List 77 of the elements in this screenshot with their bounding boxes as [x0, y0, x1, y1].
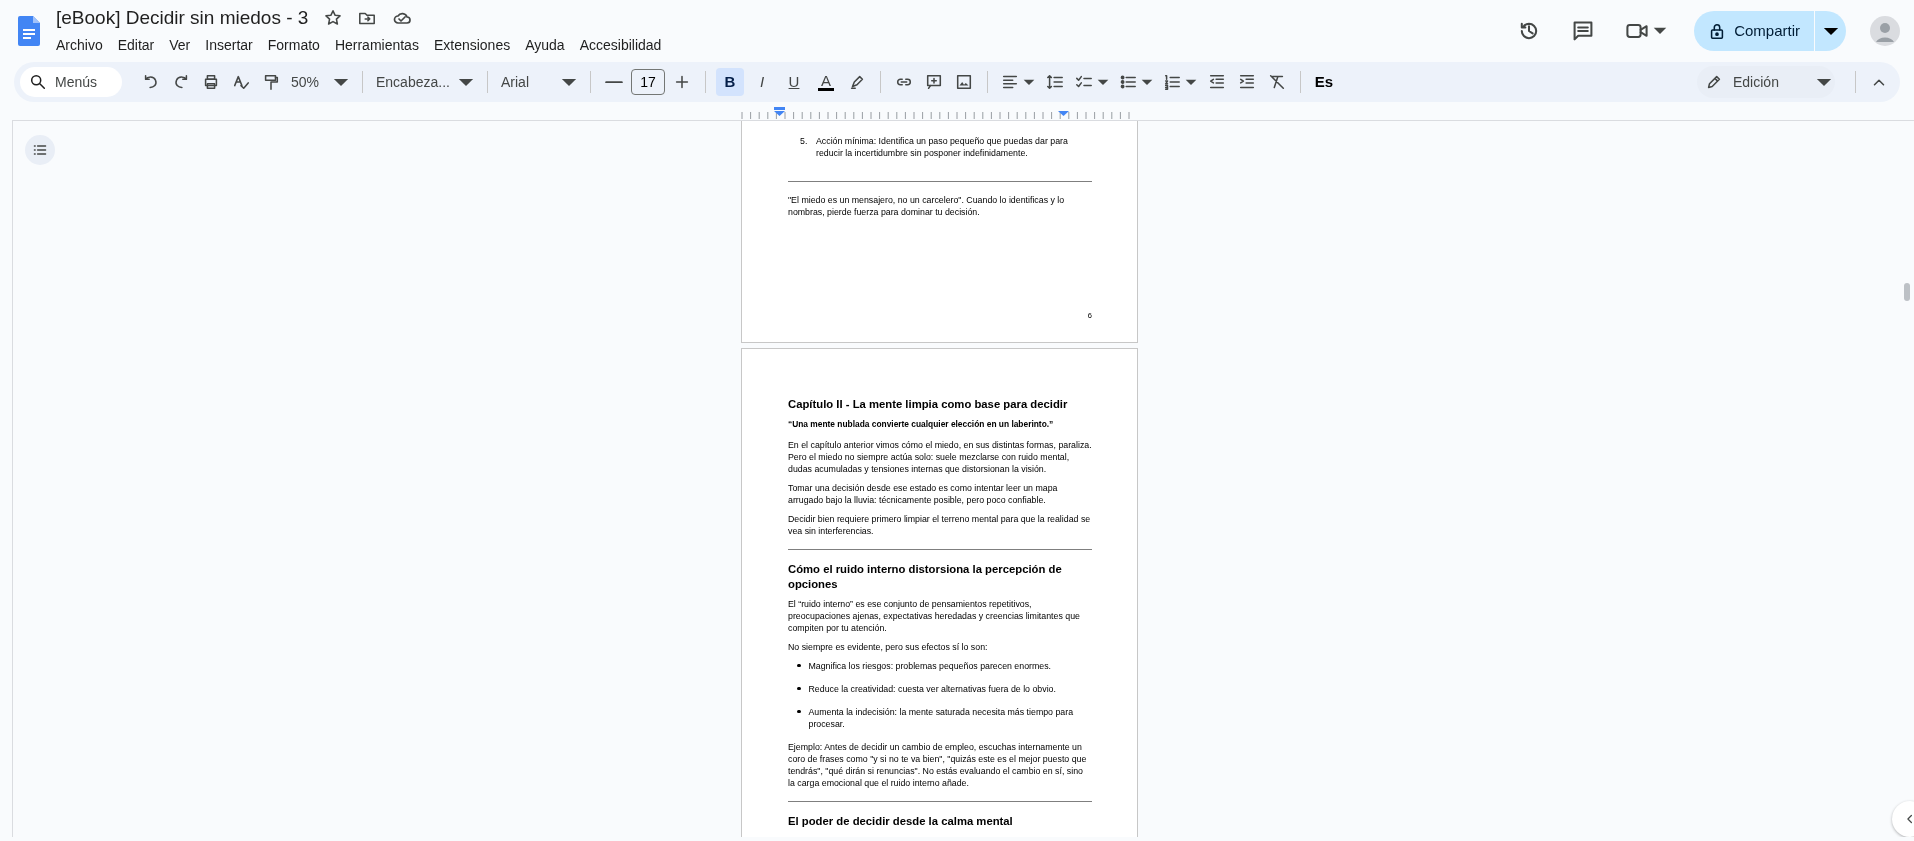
undo-icon	[142, 73, 160, 91]
caret-icon	[1141, 78, 1153, 86]
underline-button[interactable]: U	[780, 68, 808, 96]
text-color-button[interactable]: A	[812, 68, 840, 96]
decrease-font-size-icon	[605, 80, 623, 84]
menu-item[interactable]: Herramientas	[334, 33, 419, 57]
font-dropdown[interactable]: Arial	[498, 68, 580, 96]
document-outline-button[interactable]	[25, 135, 55, 165]
zoom-dropdown[interactable]: 50%	[288, 68, 352, 96]
editing-mode-dropdown[interactable]: Edición	[1697, 66, 1835, 98]
increase-font-size-icon	[673, 73, 691, 91]
paragraph: En el capítulo anterior vimos cómo el miedo, en sus distintas formas, paraliza. Pero el miedo no siempre actúa solo: suele mezclarse con ruido mental, dudas acumuladas y tensiones internas que distorsionan la visión.	[788, 438, 1092, 475]
highlight-icon	[848, 73, 866, 91]
menu-item[interactable]: Ayuda	[525, 33, 565, 57]
outline-icon	[32, 142, 48, 158]
paragraph: No siempre es evidente, pero sus efectos sí lo son:	[788, 640, 989, 653]
heading: Capítulo II - La mente limpia como base para decidir	[788, 397, 1069, 412]
paragraph: Tomar una decisión desde ese estado es como intentar leer un mapa arrugado bajo la lluvia: técnicamente posible, pero poco confiable.	[788, 481, 1059, 506]
menu-item[interactable]: Ver	[169, 33, 191, 57]
increase-indent-icon	[1238, 73, 1256, 91]
menu-item[interactable]: Extensiones	[433, 33, 511, 57]
insert-image-icon	[955, 73, 973, 91]
redo-icon	[172, 73, 190, 91]
caret-icon	[1653, 27, 1668, 35]
bullet-icon	[797, 663, 801, 668]
italic-button[interactable]: I	[748, 68, 776, 96]
document-title[interactable]: [eBook] Decidir sin miedos - 3	[56, 5, 309, 30]
line-spacing-icon	[1046, 73, 1064, 91]
caret-icon	[1816, 78, 1832, 88]
caret-icon	[1822, 26, 1839, 36]
bold-button[interactable]: B	[716, 68, 744, 96]
heading: Cómo el ruido interno distorsiona la percepción de opciones	[788, 561, 1063, 592]
caret-icon	[1097, 78, 1109, 86]
list-item-text: Reduce la creatividad: cuesta ver alternativas fuera de lo obvio.	[808, 682, 1056, 695]
decrease-indent-icon	[1208, 73, 1226, 91]
align-icon	[1001, 73, 1019, 91]
caret-icon	[561, 77, 577, 87]
heading: El poder de decidir desde la calma mental	[788, 813, 1014, 829]
search-icon	[29, 73, 47, 91]
paragraph: Ejemplo: Antes de decidir un cambio de empleo, escuchas internamente un coro de frases como "y si no te va bien", "quizás este es el mejor puesto que tendrás", "qué dirán si renuncias". No estás evaluando el cambio en sí, sino la carga emocional que el ruido interno añade.	[788, 740, 1088, 789]
avatar-icon[interactable]	[1870, 16, 1900, 46]
share-options-button[interactable]	[1814, 11, 1846, 51]
font-size-field[interactable]: 17	[631, 69, 665, 95]
list-item-text: Acción mínima: Identifica un paso pequeño que puedas dar para reducir la incertidumbre sin posponer indefinidamente.	[816, 135, 1069, 159]
print-icon	[202, 73, 220, 91]
menu-item[interactable]: Accesibilidad	[579, 33, 662, 57]
menu-item[interactable]: Archivo	[56, 33, 103, 57]
caret-icon	[458, 77, 474, 87]
spellcheck-icon	[232, 73, 250, 91]
caret-icon	[1023, 78, 1035, 86]
pencil-icon	[1705, 73, 1723, 91]
paragraph: Decidir bien requiere primero limpiar el terreno mental para que la realidad se vea sin interferencias.	[788, 512, 1092, 537]
list-item-text: Aumenta la indecisión: la mente saturada necesita más tiempo para procesar.	[808, 705, 1075, 730]
scrollbar-thumb[interactable]	[1904, 283, 1910, 301]
style-dropdown[interactable]: Encabeza...	[373, 68, 477, 96]
share-button[interactable]: Compartir	[1694, 11, 1814, 51]
star-icon	[324, 8, 343, 27]
menu-item[interactable]: Formato	[267, 33, 320, 57]
paragraph: El “ruido interno” es ese conjunto de pensamientos repetitivos, preocupaciones ajenas, expectativas heredadas y creencias limitantes que compiten por tu atención.	[788, 597, 1081, 634]
quote-text: “Una mente nublada convierte cualquier elección en un laberinto.”	[788, 418, 1055, 431]
clear-formatting-icon	[1268, 73, 1286, 91]
caret-icon	[333, 77, 349, 87]
menu-item[interactable]: Editar	[117, 33, 155, 57]
docs-logo-icon[interactable]	[18, 16, 40, 46]
bulleted-list-icon	[1119, 73, 1137, 91]
paint-format-icon	[262, 73, 280, 91]
bullet-icon	[797, 709, 801, 714]
bullet-icon	[797, 686, 801, 691]
add-comment-icon	[925, 73, 943, 91]
menu-item[interactable]: Insertar	[205, 33, 253, 57]
search-menus-field[interactable]: Menús	[20, 67, 122, 97]
list-item-text: Magnifica los riesgos: problemas pequeños parecen enormes.	[808, 659, 1052, 672]
input-tools-button[interactable]: Es	[1311, 68, 1337, 96]
list-number: 5.	[800, 135, 809, 148]
caret-icon	[1185, 78, 1197, 86]
numbered-list-icon	[1163, 73, 1181, 91]
paragraph: "El miedo es un mensajero, no un carcelero". Cuando lo identificas y lo nombras, pierde fuerza para dominar tu decisión.	[788, 194, 1066, 218]
